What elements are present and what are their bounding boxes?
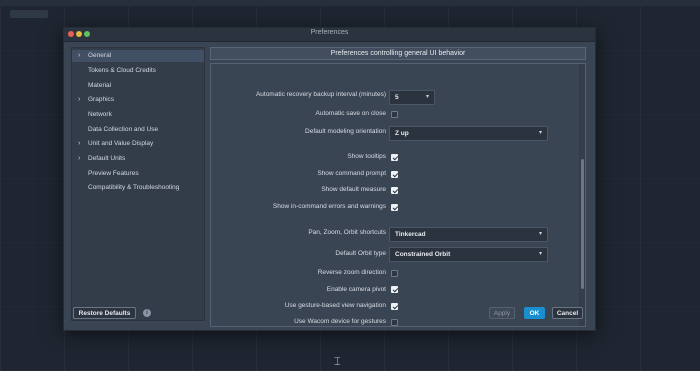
show-incommand-errors-label: Show in-command errors and warnings xyxy=(272,203,386,210)
sidebar-item-label: General xyxy=(88,52,112,59)
sidebar-item-label: Network xyxy=(88,111,112,118)
modeling-orientation-label: Default modeling orientation xyxy=(305,128,386,135)
autosave-label: Automatic save on close xyxy=(315,110,386,117)
reverse-zoom-checkbox[interactable] xyxy=(391,270,398,277)
sidebar-item-graphics[interactable]: › Graphics xyxy=(72,94,204,106)
sidebar-item-label: Unit and Value Display xyxy=(88,140,154,147)
sidebar-item-label: Material xyxy=(88,82,112,89)
ok-button[interactable]: OK xyxy=(524,307,545,319)
chevron-down-icon: ▾ xyxy=(538,251,542,257)
apply-button[interactable]: Apply xyxy=(489,307,515,319)
dropdown-value: 5 xyxy=(395,94,399,101)
dropdown-value: Tinkercad xyxy=(395,231,426,238)
modeling-orientation-dropdown[interactable]: Z up ▾ xyxy=(389,126,548,141)
wacom-gestures-label: Use Wacom device for gestures xyxy=(294,318,386,325)
sidebar-item-unit-value-display[interactable]: › Unit and Value Display xyxy=(72,138,204,150)
dropdown-value: Z up xyxy=(395,130,409,137)
sidebar-item-label: Compatibility & Troubleshooting xyxy=(88,184,180,191)
wacom-gestures-checkbox[interactable] xyxy=(391,319,398,326)
show-default-measure-checkbox[interactable] xyxy=(391,187,398,194)
show-default-measure-label: Show default measure xyxy=(321,186,386,193)
recovery-interval-label: Automatic recovery backup interval (minu… xyxy=(255,91,386,98)
sidebar-item-preview-features[interactable]: Preview Features xyxy=(72,168,204,180)
default-orbit-type-dropdown[interactable]: Constrained Orbit ▾ xyxy=(389,247,548,262)
reverse-zoom-label: Reverse zoom direction xyxy=(317,269,386,276)
chevron-right-icon: › xyxy=(78,52,81,59)
gesture-navigation-label: Use gesture-based view navigation xyxy=(284,302,386,309)
background-toolbar xyxy=(0,0,700,6)
sidebar-item-data-collection[interactable]: Data Collection and Use xyxy=(72,124,204,136)
chevron-down-icon: ▾ xyxy=(425,94,429,100)
chevron-down-icon: ▾ xyxy=(538,130,542,136)
dropdown-value: Constrained Orbit xyxy=(395,251,451,258)
sidebar-item-general[interactable]: › General xyxy=(72,50,204,62)
sidebar-item-label: Tokens & Cloud Credits xyxy=(88,67,156,74)
settings-scrollbar[interactable] xyxy=(579,64,585,326)
show-tooltips-checkbox[interactable] xyxy=(391,154,398,161)
camera-pivot-label: Enable camera pivot xyxy=(326,286,386,293)
preferences-sidebar: › General Tokens & Cloud Credits Materia… xyxy=(71,47,205,321)
window-title: Preferences xyxy=(310,29,349,36)
sidebar-item-label: Preview Features xyxy=(88,170,139,177)
cancel-button[interactable]: Cancel xyxy=(552,307,583,319)
info-icon[interactable]: i xyxy=(143,309,151,317)
autosave-checkbox[interactable] xyxy=(391,111,398,118)
title-bar[interactable]: Preferences xyxy=(64,28,595,42)
scrollbar-thumb[interactable] xyxy=(581,159,584,289)
chevron-right-icon: › xyxy=(78,155,81,162)
sidebar-item-label: Data Collection and Use xyxy=(88,126,159,133)
show-command-prompt-label: Show command prompt xyxy=(317,170,386,177)
show-tooltips-label: Show tooltips xyxy=(347,153,386,160)
restore-defaults-button[interactable]: Restore Defaults xyxy=(73,307,136,319)
recovery-interval-dropdown[interactable]: 5 ▾ xyxy=(389,90,435,105)
chevron-down-icon: ▾ xyxy=(538,231,542,237)
chevron-right-icon: › xyxy=(78,96,81,103)
pan-zoom-orbit-label: Pan, Zoom, Orbit shortcuts xyxy=(308,229,386,236)
sidebar-item-default-units[interactable]: › Default Units xyxy=(72,153,204,165)
default-orbit-type-label: Default Orbit type xyxy=(335,250,386,257)
sidebar-item-label: Graphics xyxy=(88,96,115,103)
sidebar-item-label: Default Units xyxy=(88,155,126,162)
camera-pivot-checkbox[interactable] xyxy=(391,286,398,293)
settings-panel: Automatic recovery backup interval (minu… xyxy=(210,63,586,327)
sidebar-item-network[interactable]: Network xyxy=(72,109,204,121)
background-tab xyxy=(10,10,48,18)
sidebar-item-material[interactable]: Material xyxy=(72,80,204,92)
chevron-right-icon: › xyxy=(78,140,81,147)
sidebar-item-compatibility[interactable]: Compatibility & Troubleshooting xyxy=(72,182,204,194)
section-header: Preferences controlling general UI behav… xyxy=(210,47,586,60)
sidebar-item-tokens-cloud-credits[interactable]: Tokens & Cloud Credits xyxy=(72,65,204,77)
show-incommand-errors-checkbox[interactable] xyxy=(391,204,398,211)
text-cursor-icon: ⌶ xyxy=(334,356,341,368)
gesture-navigation-checkbox[interactable] xyxy=(391,303,398,310)
pan-zoom-orbit-dropdown[interactable]: Tinkercad ▾ xyxy=(389,227,548,242)
show-command-prompt-checkbox[interactable] xyxy=(391,171,398,178)
preferences-dialog: Preferences › General Tokens & Cloud Cre… xyxy=(63,27,596,331)
